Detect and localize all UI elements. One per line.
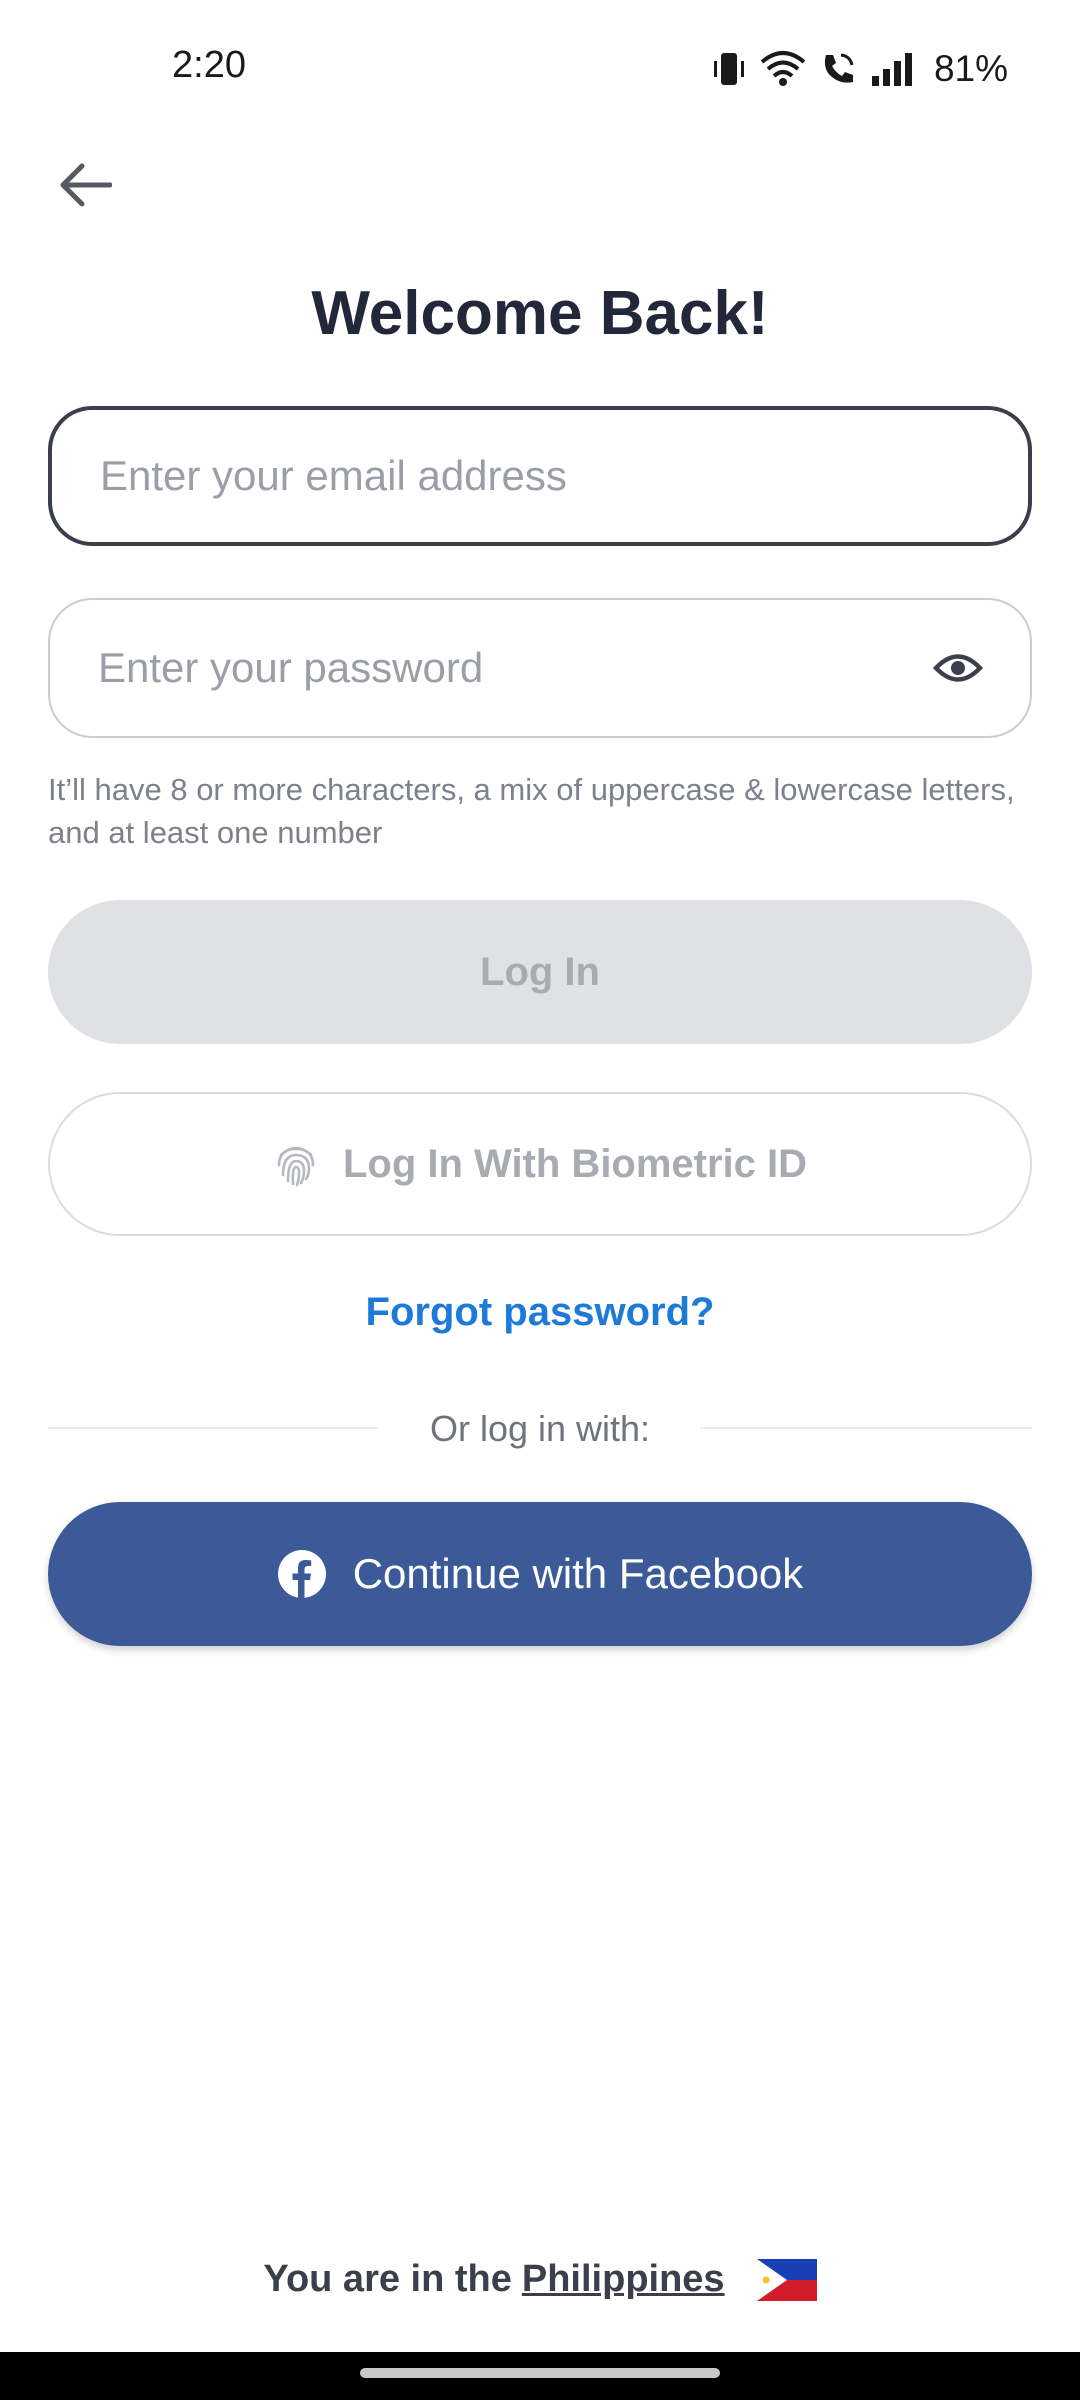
- password-field[interactable]: [48, 598, 1032, 738]
- biometric-button-label: Log In With Biometric ID: [342, 1141, 808, 1186]
- status-icons: 81%: [712, 44, 1008, 94]
- back-button[interactable]: [52, 152, 118, 218]
- page-title: Welcome Back!: [311, 279, 769, 348]
- vibrate-icon: [713, 53, 744, 85]
- philippines-flag-icon: [756, 2258, 817, 2301]
- password-input[interactable]: [96, 643, 908, 693]
- region-indicator: You are in the Philippines: [0, 2258, 1080, 2301]
- password-hint: It’ll have 8 or more characters, a mix o…: [48, 772, 1015, 850]
- wifi-icon: [760, 51, 806, 86]
- email-input[interactable]: [98, 451, 982, 501]
- facebook-button-label: Continue with Facebook: [352, 1550, 804, 1597]
- wifi-call-icon: [824, 53, 854, 83]
- forgot-password-link[interactable]: Forgot password?: [0, 1290, 1080, 1335]
- battery-percentage: 81%: [933, 48, 1008, 89]
- email-field[interactable]: [48, 406, 1032, 546]
- status-time: 2:20: [172, 44, 246, 86]
- fingerprint-icon: [277, 1146, 315, 1187]
- home-gesture-handle[interactable]: [360, 2368, 720, 2378]
- show-password-toggle[interactable]: [930, 640, 986, 696]
- login-button-label: Log In: [480, 949, 600, 994]
- eye-icon: [933, 654, 983, 682]
- divider-text: Or log in with:: [429, 1408, 651, 1449]
- facebook-icon: [277, 1550, 326, 1598]
- region-country-link[interactable]: Philippines: [522, 2258, 725, 2301]
- arrow-left-icon: [60, 163, 112, 207]
- facebook-login-button[interactable]: Continue with Facebook: [48, 1502, 1032, 1646]
- signal-icon: [871, 53, 912, 86]
- biometric-login-button[interactable]: Log In With Biometric ID: [48, 1092, 1032, 1236]
- login-button[interactable]: Log In: [48, 900, 1032, 1044]
- region-prefix: You are in the: [263, 2258, 512, 2300]
